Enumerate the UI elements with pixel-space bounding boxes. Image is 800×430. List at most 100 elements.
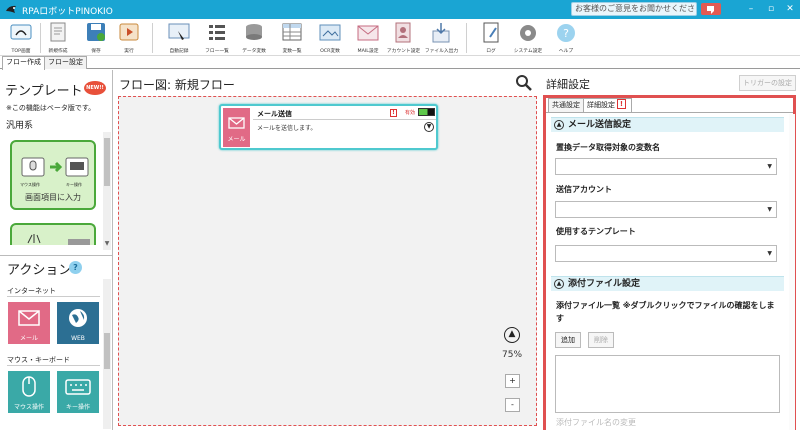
auto-record-icon — [168, 23, 190, 40]
svg-text:?: ? — [563, 27, 569, 40]
tab-flow-settings[interactable]: フロー設定 — [44, 56, 87, 69]
new-badge: NEW!! — [84, 81, 106, 95]
canvas-scrollbar[interactable] — [538, 70, 542, 430]
zoom-out-button[interactable]: - — [505, 398, 520, 412]
app-logo-icon — [6, 5, 16, 13]
select-account[interactable]: ▼ — [555, 201, 777, 218]
section-mail-send[interactable]: ▲ メール送信設定 — [551, 117, 784, 132]
log-icon — [483, 22, 499, 43]
system-settings-icon — [520, 25, 536, 41]
add-button[interactable]: 追加 — [555, 332, 581, 348]
divider — [7, 296, 100, 297]
chevron-up-icon[interactable]: ▲ — [504, 327, 520, 343]
category-mouse-keyboard: マウス・キーボード — [7, 356, 70, 364]
detail-scrollbar[interactable] — [789, 114, 795, 430]
template-card-partial[interactable] — [10, 223, 96, 245]
ocr-icon — [319, 24, 341, 41]
node-title: メール送信 — [257, 110, 292, 118]
toolbar-datavar-button[interactable]: データ変数 — [237, 21, 271, 55]
template-card-caption: 画面項目に入力 — [25, 193, 81, 202]
tab-flow-create[interactable]: フロー作成 — [2, 56, 45, 70]
data-variable-icon — [246, 24, 262, 40]
toolbar-ocr-button[interactable]: OCR変数 — [313, 21, 347, 55]
delete-button[interactable]: 削除 — [588, 332, 614, 348]
attachment-list-label: 添付ファイル一覧 ※ダブルクリックでファイルの確認をします — [556, 301, 775, 323]
detail-panel: 詳細設定 トリガーの設定 共通設定 詳細設定 ! ▲ メール送信設定 置換データ… — [543, 70, 800, 430]
node-toggle[interactable] — [418, 108, 435, 116]
main-tabs: フロー作成 フロー設定 — [0, 56, 800, 70]
select-template[interactable]: ▼ — [555, 245, 777, 262]
divider — [253, 119, 436, 120]
home-icon — [10, 24, 32, 40]
attachment-rename-label: 添付ファイル名の変更 — [556, 418, 636, 427]
toolbar-flowlist-button[interactable]: フロー一覧 — [200, 21, 234, 55]
toolbar-help-button[interactable]: ? ヘルプ — [549, 21, 583, 55]
chevron-down-icon[interactable]: ▼ — [424, 122, 434, 132]
detail-scrollbar-thumb[interactable] — [789, 114, 795, 430]
toolbar-new-button[interactable]: 新規作成 — [41, 21, 75, 55]
toolbar-system-button[interactable]: システム設定 — [511, 21, 545, 55]
trigger-settings-button[interactable]: トリガーの設定 — [739, 75, 796, 91]
template-scrollbar[interactable] — [103, 132, 111, 250]
mail-icon — [18, 310, 40, 326]
toolbar-varlist-button[interactable]: 変数一覧 — [275, 21, 309, 55]
node-mail-icon: メール — [223, 108, 250, 147]
flow-title: フロー図: 新規フロー — [119, 78, 235, 92]
action-scrollbar[interactable] — [103, 279, 111, 429]
tab-common-settings[interactable]: 共通設定 — [548, 98, 584, 112]
template-scrollbar-thumb[interactable] — [104, 138, 110, 186]
collapse-icon[interactable]: ▲ — [554, 279, 564, 289]
toolbar-separator — [152, 23, 153, 53]
mail-settings-icon — [357, 25, 379, 41]
dropdown-arrow-icon: ▼ — [767, 250, 772, 257]
new-document-icon — [50, 22, 66, 42]
help-icon[interactable]: ? — [69, 261, 82, 274]
action-title: アクション — [7, 263, 72, 278]
node-warning-icon: ! — [390, 109, 397, 117]
minimize-button[interactable]: – — [745, 3, 757, 15]
divider — [0, 255, 113, 256]
toolbar-autorecord-button[interactable]: 自動記録 — [162, 21, 196, 55]
action-scrollbar-thumb[interactable] — [104, 333, 110, 369]
close-button[interactable]: ✕ — [784, 3, 796, 15]
select-variable[interactable]: ▼ — [555, 158, 777, 175]
action-mail-tile[interactable]: メール — [8, 302, 50, 344]
zoom-in-button[interactable]: + — [505, 374, 520, 388]
flow-node-mail-send[interactable]: メール メール送信 ! 有効 メールを送信します。 ▼ — [219, 104, 438, 150]
template-card-icon — [27, 234, 90, 245]
action-web-tile[interactable]: WEB — [57, 302, 99, 344]
toolbar-top-button[interactable]: TOP画面 — [4, 21, 38, 55]
variable-list-icon — [282, 23, 302, 41]
template-group-label: 汎用系 — [6, 121, 34, 131]
feedback-button[interactable]: お客様のご意見をお聞かせください — [571, 2, 697, 16]
help-icon: ? — [557, 24, 575, 42]
toolbar-mail-button[interactable]: MAIL設定 — [351, 21, 385, 55]
zoom-level: 75% — [502, 350, 523, 360]
action-mouse-tile[interactable]: マウス操作 — [8, 371, 50, 413]
toolbar-account-button[interactable]: アカウント設定 — [386, 21, 420, 55]
template-header: テンプレート NEW!! ※この機能はベータ版です。 — [0, 70, 113, 112]
toolbar-log-button[interactable]: ログ — [474, 21, 508, 55]
left-panel: テンプレート NEW!! ※この機能はベータ版です。 汎用系 マウス操作 キー操… — [0, 70, 113, 430]
toolbar-run-button[interactable]: 実行 — [112, 21, 146, 55]
search-icon[interactable] — [515, 74, 533, 92]
template-title: テンプレート — [5, 84, 83, 99]
node-state: 有効 — [405, 110, 416, 116]
canvas-header: フロー図: 新規フロー — [113, 70, 543, 96]
collapse-icon[interactable]: ▲ — [554, 120, 564, 130]
template-card-screen-input[interactable]: マウス操作 キー操作 画面項目に入力 — [10, 140, 96, 210]
field-label-account: 送信アカウント — [556, 185, 612, 194]
toolbar-save-button[interactable]: 保存 — [79, 21, 113, 55]
title-bar: RPAロボットPINOKIO お客様のご意見をお聞かせください – ▫ ✕ — [0, 0, 800, 19]
maximize-button[interactable]: ▫ — [765, 3, 777, 15]
toolbar-fileio-button[interactable]: ファイル入出力 — [424, 21, 458, 55]
scroll-down-arrow[interactable]: ▼ — [103, 240, 111, 247]
field-label-variable: 置換データ取得対象の変数名 — [556, 143, 660, 152]
action-key-tile[interactable]: キー操作 — [57, 371, 99, 413]
warning-icon: ! — [617, 99, 626, 109]
dropdown-arrow-icon: ▼ — [767, 206, 772, 213]
app-title: RPAロボットPINOKIO — [22, 7, 113, 17]
attachment-list[interactable] — [555, 355, 780, 413]
section-attachment[interactable]: ▲ 添付ファイル設定 — [551, 276, 784, 291]
thumbs-down-icon[interactable] — [700, 2, 722, 16]
